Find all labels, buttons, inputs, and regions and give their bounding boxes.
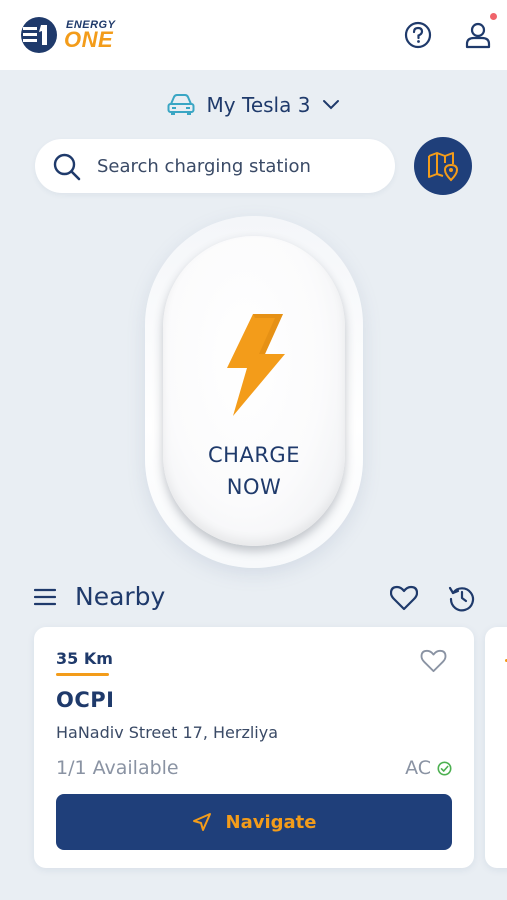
lightning-bolt-icon <box>227 314 285 416</box>
map-button[interactable] <box>414 137 472 195</box>
notification-dot <box>490 13 497 20</box>
logo-mark-icon <box>21 17 57 53</box>
logo-word-one: ONE <box>64 27 114 52</box>
vehicle-name: My Tesla 3 <box>206 93 311 117</box>
search-input[interactable] <box>97 139 387 193</box>
search-icon[interactable] <box>52 152 82 182</box>
station-card[interactable]: 35 Km OCPI HaNadiv Street 17, Herzliya 1… <box>34 627 474 868</box>
nearby-title: Nearby <box>75 582 166 611</box>
user-icon[interactable] <box>463 20 493 50</box>
chevron-down-icon <box>323 100 340 110</box>
app-header: ENERGY ONE <box>0 0 507 70</box>
next-station-card[interactable] <box>485 627 507 868</box>
navigation-arrow-icon <box>192 813 211 831</box>
history-icon[interactable] <box>448 584 476 612</box>
help-icon[interactable] <box>403 20 433 50</box>
connector-info: AC <box>405 757 452 779</box>
charge-now-button[interactable]: CHARGE NOW <box>163 236 345 546</box>
navigate-label: Navigate <box>225 811 317 833</box>
menu-icon[interactable] <box>34 587 56 607</box>
energy-one-logo[interactable]: ENERGY ONE <box>20 16 140 54</box>
distance-underline <box>56 673 109 676</box>
charge-label-line1: CHARGE <box>208 443 300 467</box>
station-address: HaNadiv Street 17, Herzliya <box>56 723 279 742</box>
station-name: OCPI <box>56 688 115 712</box>
heart-icon[interactable] <box>390 585 418 611</box>
car-icon <box>167 94 195 115</box>
vehicle-selector[interactable]: My Tesla 3 <box>0 88 507 122</box>
station-distance: 35 Km <box>56 649 113 668</box>
nearby-section-header: Nearby <box>0 578 507 618</box>
connector-type: AC <box>405 757 431 779</box>
search-bar <box>35 139 395 193</box>
available-check-icon <box>437 761 452 775</box>
navigate-button[interactable]: Navigate <box>56 794 452 850</box>
favorite-heart-icon[interactable] <box>420 649 447 673</box>
map-location-icon <box>428 152 459 182</box>
station-availability: 1/1 Available <box>56 757 179 779</box>
charge-label-line2: NOW <box>226 475 282 499</box>
